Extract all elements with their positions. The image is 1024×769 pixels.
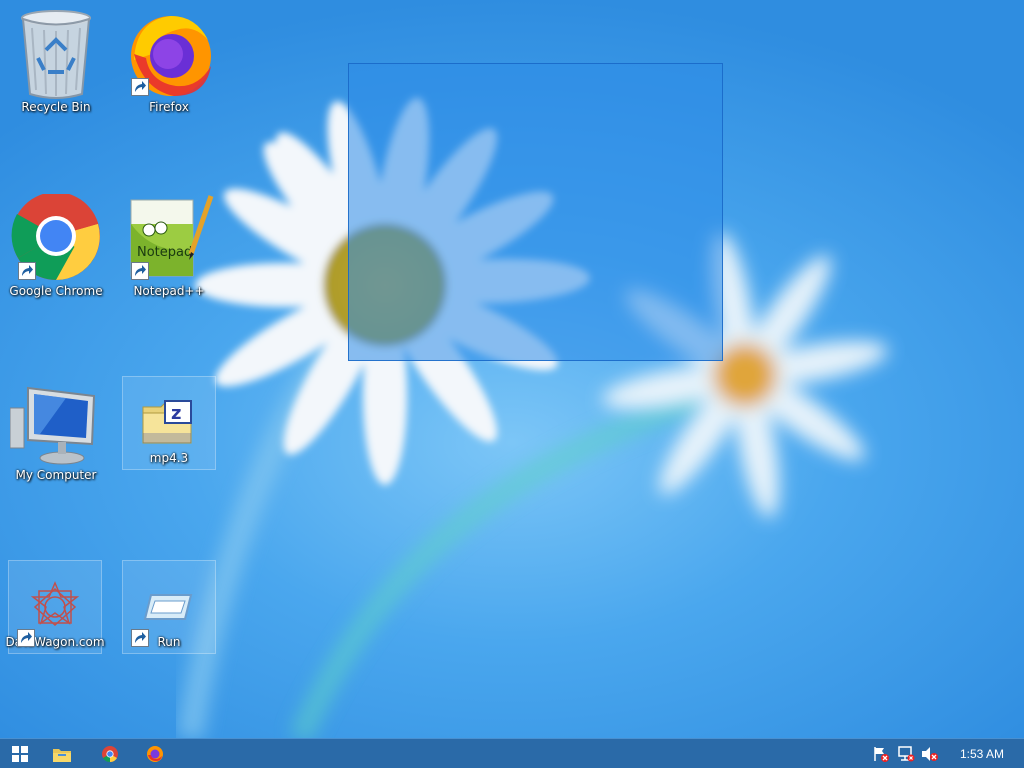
datawagon-icon [30,581,80,627]
desktop-icon-my-computer[interactable]: My Computer [9,382,103,482]
selection-rectangle [348,63,723,361]
desktop-icon-run[interactable]: Run [122,560,216,654]
desktop-icon-notepad-plus-plus[interactable]: Notepad Notepad++ [122,195,216,298]
taskbar-firefox[interactable] [135,739,175,769]
taskbar-file-explorer[interactable] [42,739,82,769]
desktop-icon-label: My Computer [15,468,97,482]
shortcut-arrow-icon [131,262,149,280]
network-icon[interactable] [897,746,915,762]
shortcut-arrow-icon [131,629,149,647]
desktop-icon-recycle-bin[interactable]: Recycle Bin [9,10,103,114]
chrome-icon [102,746,118,762]
start-button[interactable] [0,739,40,769]
desktop-icon-label: Google Chrome [9,284,103,298]
svg-text:z: z [171,403,181,424]
firefox-icon [147,746,163,762]
volume-muted-icon[interactable] [921,746,939,762]
shortcut-arrow-icon [17,629,35,647]
run-icon [143,594,193,620]
desktop-icon-google-chrome[interactable]: Google Chrome [9,194,103,298]
desktop[interactable]: Recycle Bin Firefox Google Chrome Notepa… [0,0,1024,738]
shortcut-arrow-icon [131,78,149,96]
desktop-icon-label: Firefox [149,100,189,114]
shortcut-arrow-icon [18,262,36,280]
start-icon [12,746,28,762]
taskbar: 1:53 AM [0,738,1024,768]
svg-text:Notepad: Notepad [137,245,192,260]
desktop-icon-label: Notepad++ [133,284,205,298]
desktop-icon-firefox[interactable]: Firefox [122,14,216,114]
desktop-icon-mp4-3[interactable]: z mp4.3 [122,376,216,470]
taskbar-chrome[interactable] [90,739,130,769]
desktop-icon-datawagon[interactable]: DataWagon.com [5,560,105,654]
computer-icon [10,386,96,465]
action-center-flag-icon[interactable] [872,746,890,762]
zip-folder-icon: z [142,400,192,444]
desktop-icon-label: Recycle Bin [21,100,91,114]
taskbar-clock[interactable]: 1:53 AM [960,739,1004,769]
recycle-bin-icon [21,10,91,99]
file-explorer-icon [53,748,71,762]
